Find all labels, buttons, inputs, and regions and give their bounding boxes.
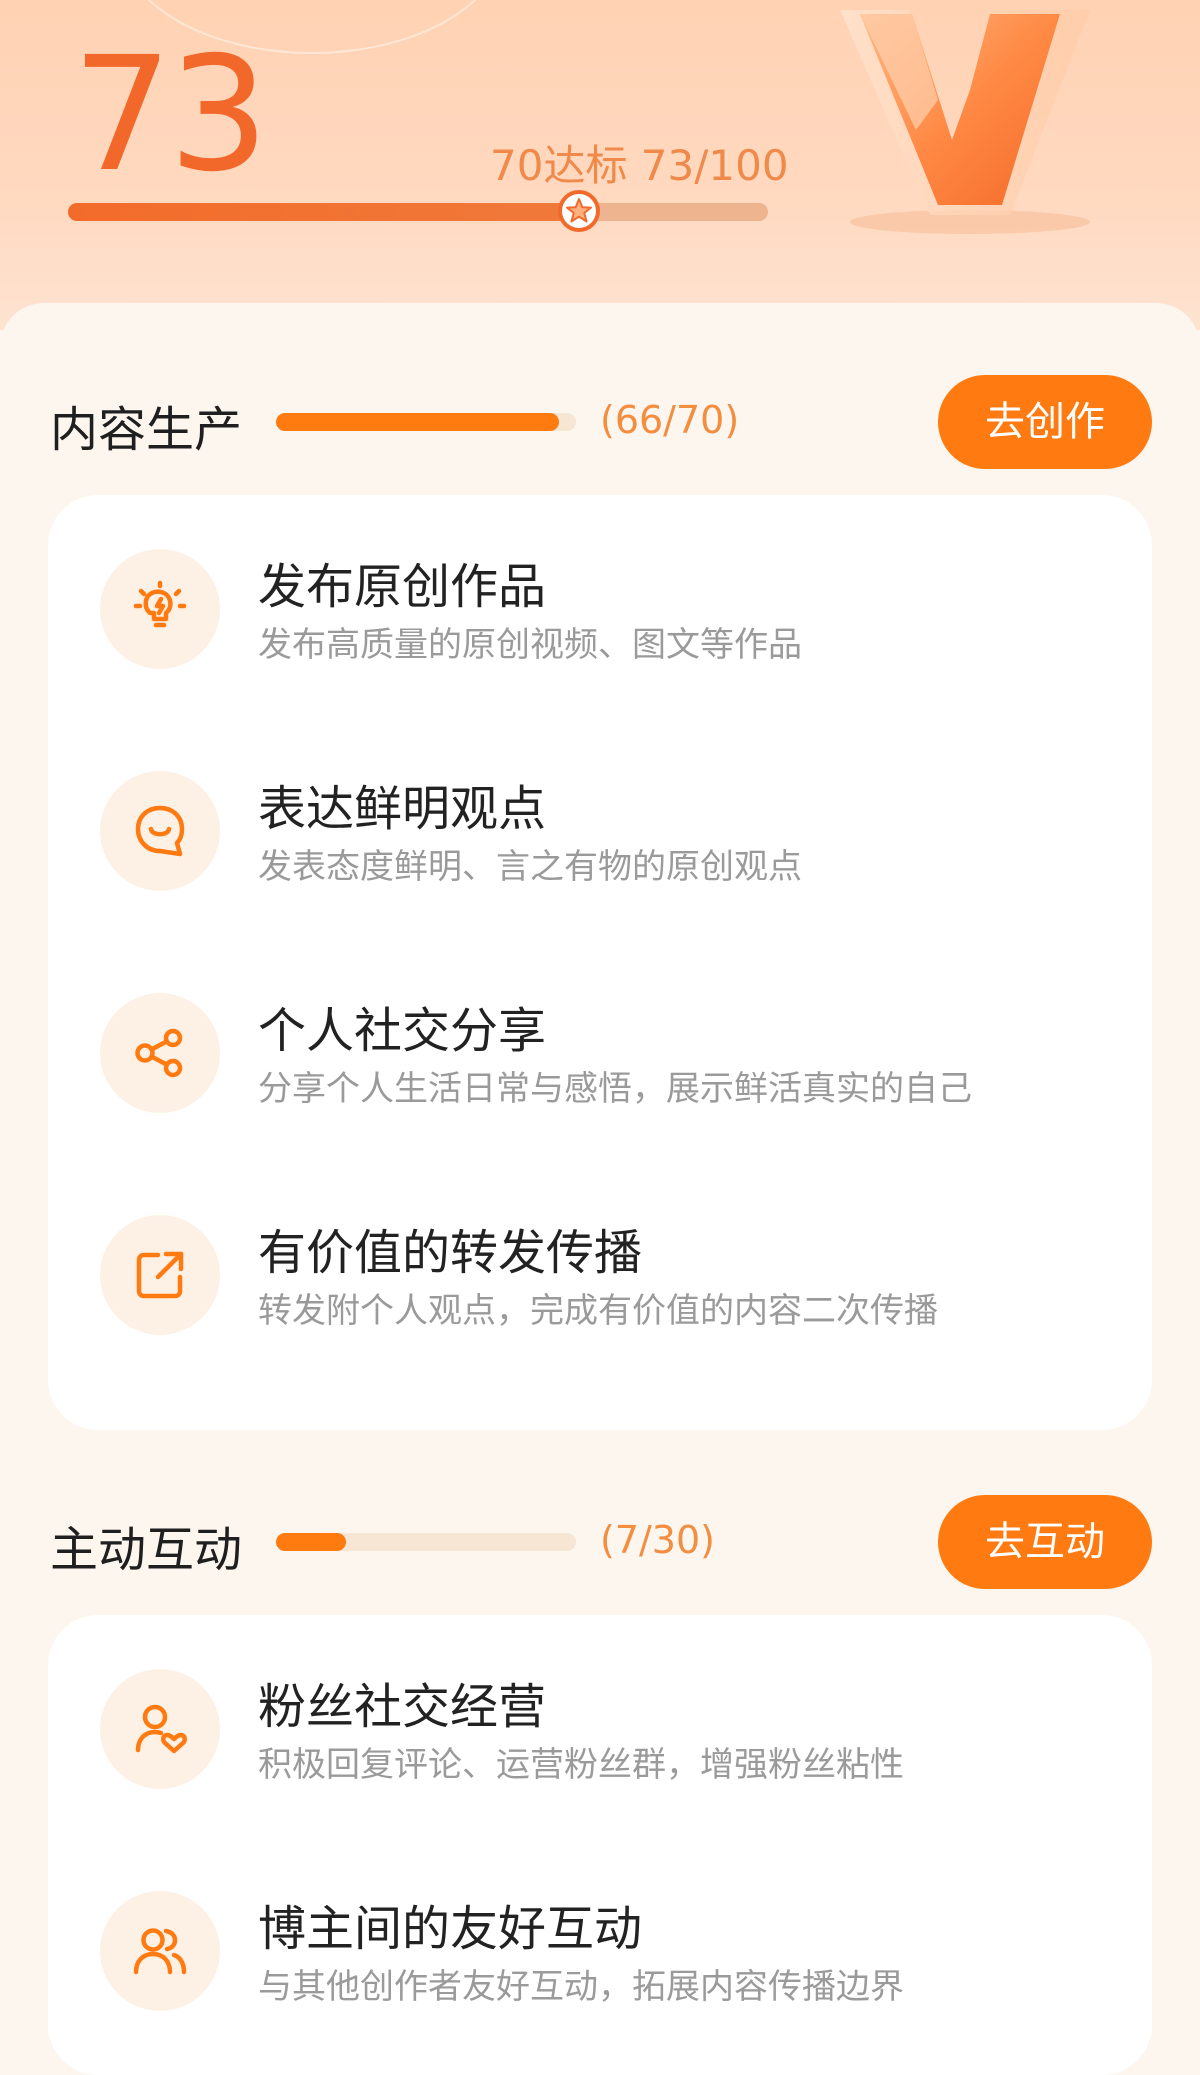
item-title: 博主间的友好互动 bbox=[258, 1901, 643, 1957]
target-star-icon bbox=[558, 190, 600, 232]
item-description: 分享个人生活日常与感悟，展示鲜活真实的自己 bbox=[258, 1069, 972, 1109]
go-create-button[interactable]: 去创作 bbox=[938, 375, 1152, 469]
section-progress-fill bbox=[276, 1533, 346, 1551]
active-interaction-card: 粉丝社交经营 积极回复评论、运营粉丝群，增强粉丝粘性 博主间的友好互动 与其他创… bbox=[48, 1615, 1152, 2075]
section-title: 内容生产 bbox=[50, 402, 243, 458]
v-badge-logo bbox=[840, 10, 1090, 234]
score-header: 73 70达标 73/100 bbox=[0, 0, 1200, 330]
icon-badge bbox=[100, 771, 220, 891]
list-item[interactable]: 博主间的友好互动 与其他创作者友好互动，拓展内容传播边界 bbox=[48, 1837, 1152, 2059]
item-description: 与其他创作者友好互动，拓展内容传播边界 bbox=[258, 1967, 904, 2007]
item-description: 转发附个人观点，完成有价值的内容二次传播 bbox=[258, 1291, 938, 1331]
score-progress-bar bbox=[68, 190, 768, 232]
share-icon bbox=[135, 1028, 183, 1078]
section-active-interaction-header: 主动互动 (7/30) 去互动 bbox=[0, 1488, 1200, 1589]
item-title: 粉丝社交经营 bbox=[258, 1679, 547, 1735]
section-progress-count: (7/30) bbox=[600, 1518, 715, 1562]
icon-badge bbox=[100, 1215, 220, 1335]
list-item[interactable]: 发布原创作品 发布高质量的原创视频、图文等作品 bbox=[48, 495, 1152, 717]
lightbulb-icon bbox=[133, 580, 187, 628]
icon-badge bbox=[100, 993, 220, 1113]
forward-icon bbox=[136, 1251, 184, 1299]
icon-badge bbox=[100, 549, 220, 669]
go-interact-button[interactable]: 去互动 bbox=[938, 1495, 1152, 1589]
item-title: 发布原创作品 bbox=[258, 559, 547, 615]
list-item[interactable]: 有价值的转发传播 转发附个人观点，完成有价值的内容二次传播 bbox=[48, 1161, 1152, 1383]
item-title: 表达鲜明观点 bbox=[258, 781, 547, 837]
item-title: 个人社交分享 bbox=[258, 1003, 547, 1059]
list-item[interactable]: 个人社交分享 分享个人生活日常与感悟，展示鲜活真实的自己 bbox=[48, 939, 1152, 1161]
list-item[interactable]: 粉丝社交经营 积极回复评论、运营粉丝群，增强粉丝粘性 bbox=[48, 1615, 1152, 1837]
list-item[interactable]: 表达鲜明观点 发表态度鲜明、言之有物的原创观点 bbox=[48, 717, 1152, 939]
item-title: 有价值的转发传播 bbox=[258, 1225, 643, 1281]
icon-badge bbox=[100, 1891, 220, 2011]
section-progress-count: (66/70) bbox=[600, 398, 740, 442]
section-content-production-header: 内容生产 (66/70) 去创作 bbox=[0, 368, 1200, 469]
score-progress-fill bbox=[68, 203, 579, 221]
score-value: 73 bbox=[72, 23, 269, 207]
item-description: 积极回复评论、运营粉丝群，增强粉丝粘性 bbox=[258, 1745, 904, 1785]
score-target-text: 70达标 73/100 bbox=[490, 141, 789, 190]
fan-heart-icon bbox=[135, 1704, 187, 1754]
section-title: 主动互动 bbox=[50, 1522, 243, 1578]
section-progress-bar bbox=[276, 413, 576, 431]
section-progress-bar bbox=[276, 1533, 576, 1551]
content-production-card: 发布原创作品 发布高质量的原创视频、图文等作品 表达鲜明观点 发表态度鲜明、言之… bbox=[48, 495, 1152, 1430]
item-description: 发布高质量的原创视频、图文等作品 bbox=[258, 625, 802, 665]
item-description: 发表态度鲜明、言之有物的原创观点 bbox=[258, 847, 802, 887]
chat-smile-icon bbox=[135, 805, 185, 857]
icon-badge bbox=[100, 1669, 220, 1789]
users-icon bbox=[133, 1928, 187, 1975]
section-progress-fill bbox=[276, 413, 559, 431]
